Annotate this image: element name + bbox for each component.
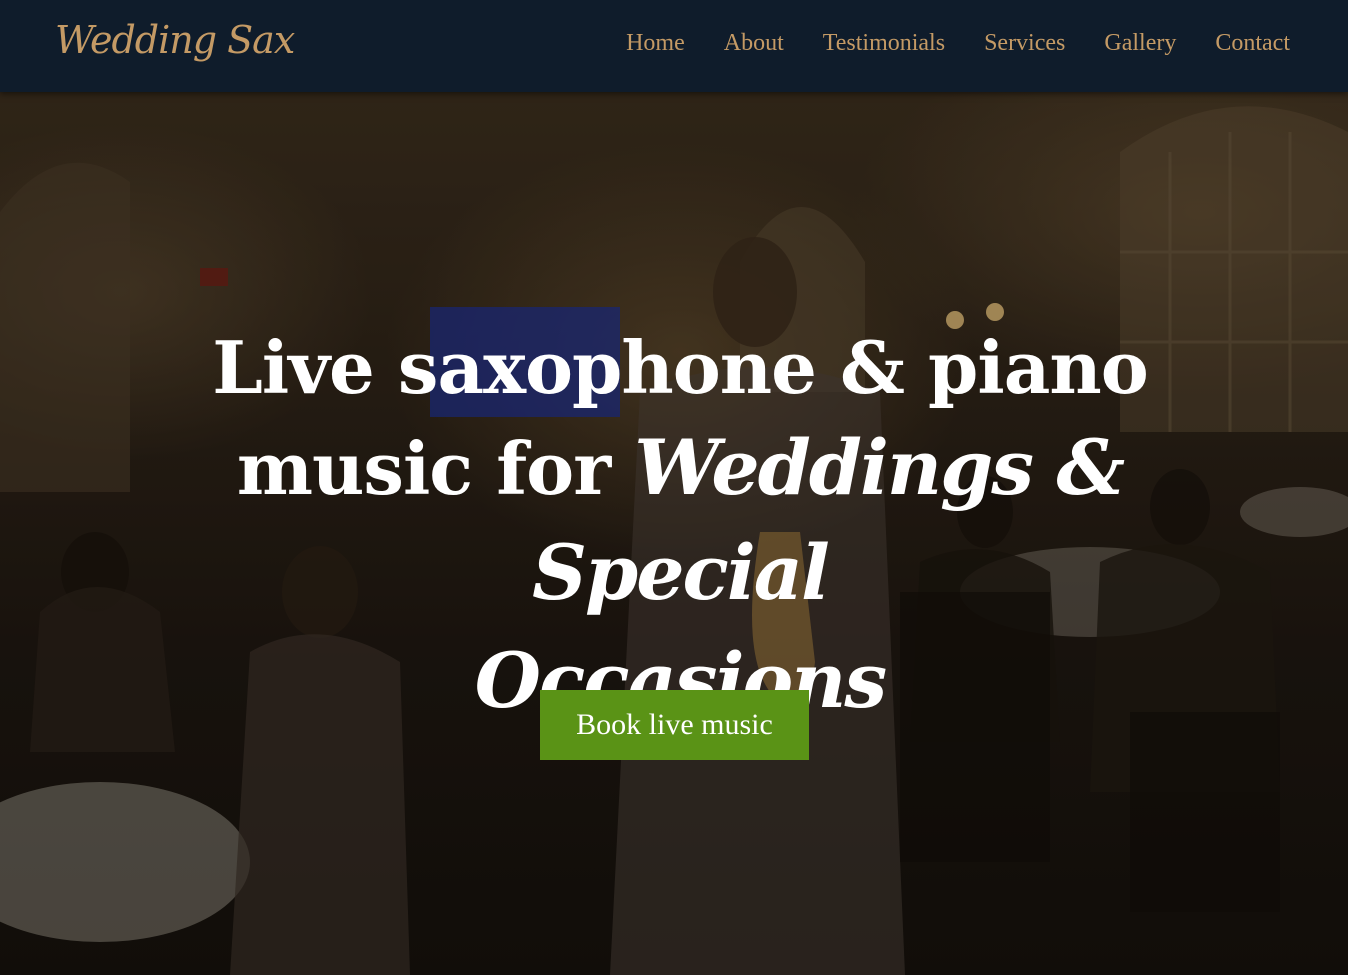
hero-section: Live saxophone & piano music for Wedding… xyxy=(0,92,1348,975)
nav-link-services[interactable]: Services xyxy=(984,30,1065,57)
nav-link-gallery[interactable]: Gallery xyxy=(1104,30,1176,57)
navbar: Wedding Sax Home About Testimonials Serv… xyxy=(0,0,1348,92)
book-live-music-button[interactable]: Book live music xyxy=(540,690,809,760)
nav-link-about[interactable]: About xyxy=(724,30,784,57)
nav-link-testimonials[interactable]: Testimonials xyxy=(823,30,945,57)
hero-heading-line-2: music for Weddings & Special xyxy=(200,416,1160,626)
nav-link-contact[interactable]: Contact xyxy=(1215,30,1290,57)
nav-links: Home About Testimonials Services Gallery… xyxy=(587,30,1290,57)
nav-link-home[interactable]: Home xyxy=(626,30,685,57)
hero-heading: Live saxophone & piano music for Wedding… xyxy=(200,320,1160,736)
hero-heading-line-1: Live saxophone & piano xyxy=(212,325,1149,410)
site-logo[interactable]: Wedding Sax xyxy=(55,18,295,62)
hero-heading-plain: music for xyxy=(236,426,635,511)
